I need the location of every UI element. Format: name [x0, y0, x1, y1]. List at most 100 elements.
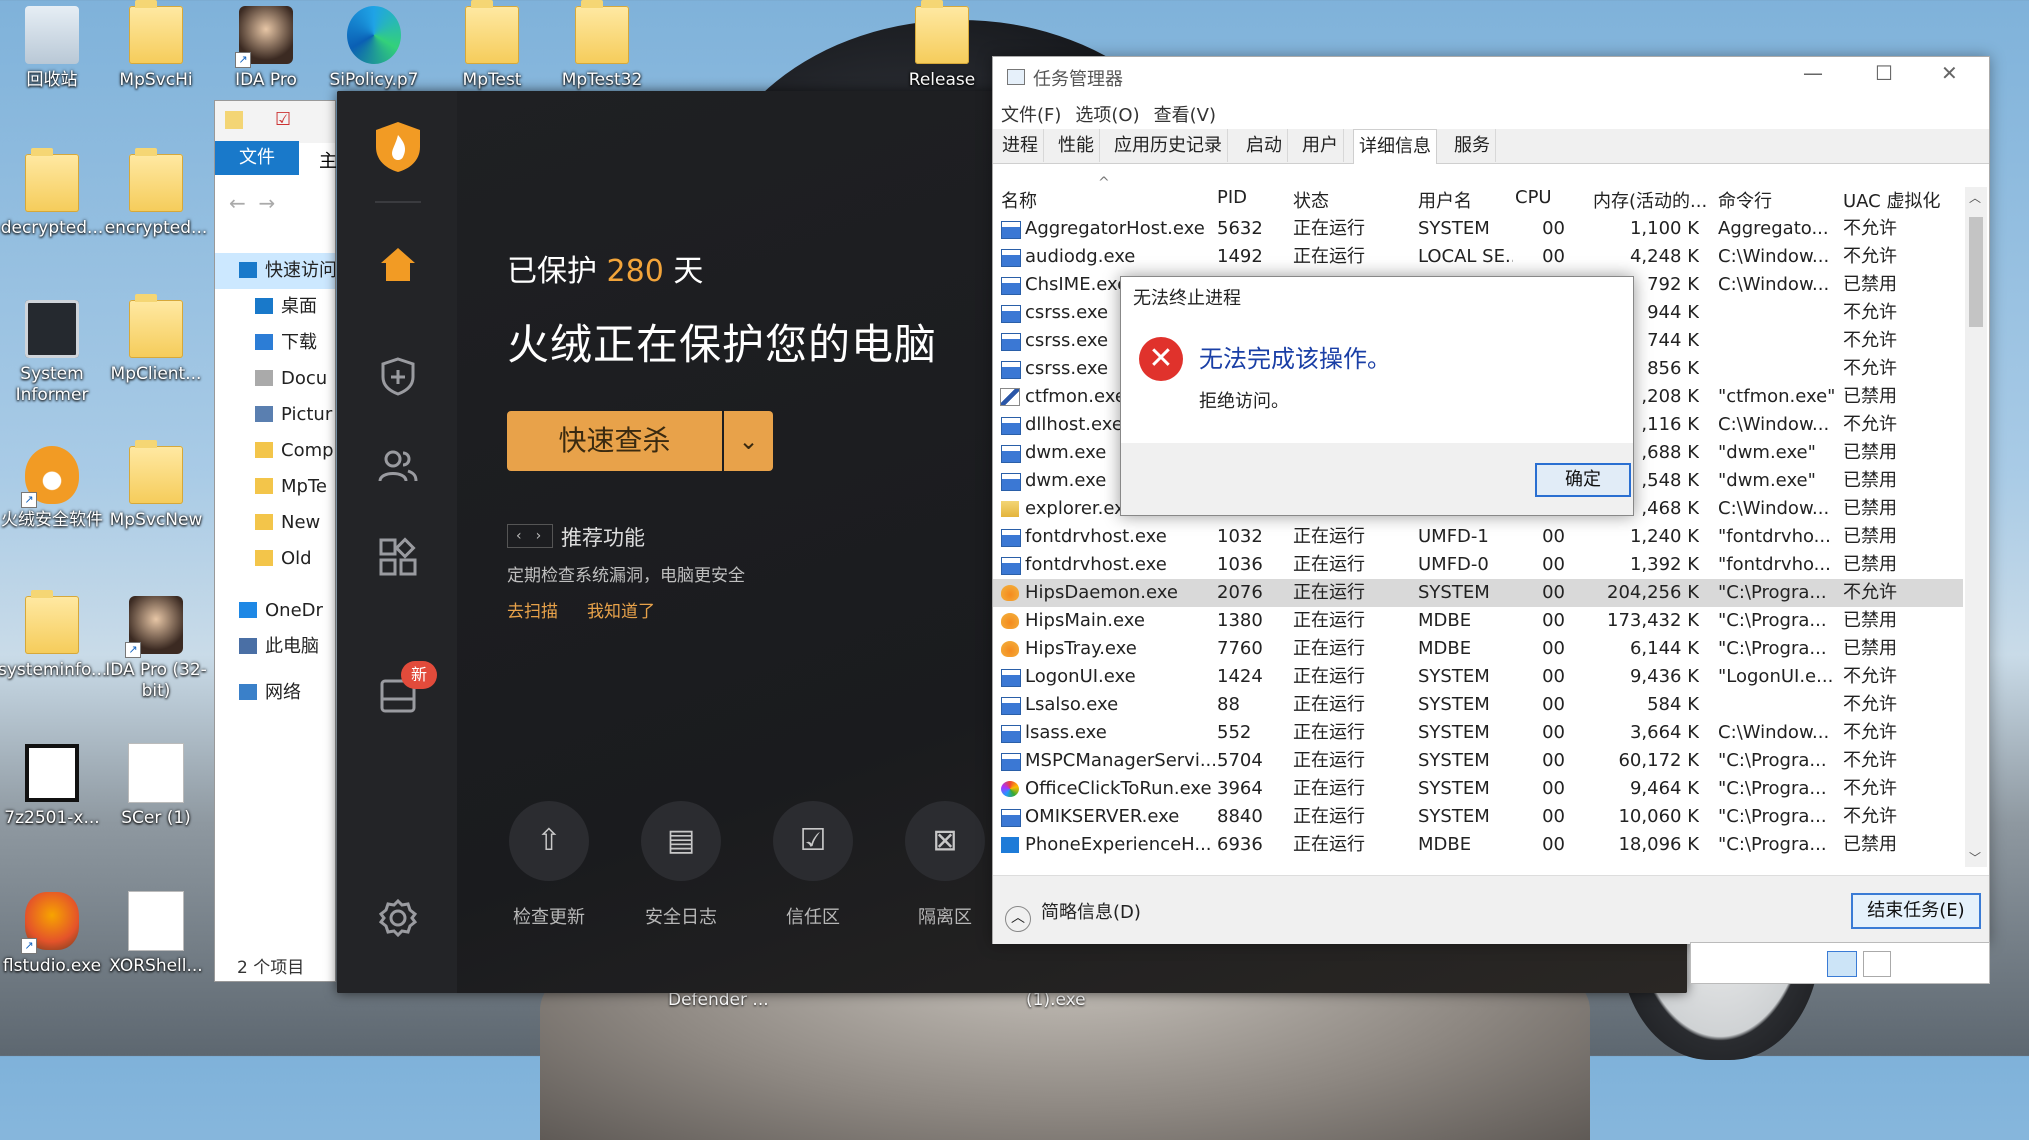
- nav-tree-item[interactable]: 此电脑: [215, 629, 335, 665]
- desktop-icon[interactable]: encrypted...: [102, 148, 210, 239]
- nav-tree-item[interactable]: Docu: [215, 361, 335, 397]
- tool-button[interactable]: ⇧ 检查更新: [489, 801, 609, 929]
- column-header[interactable]: UAC 虚拟化: [1843, 187, 1940, 213]
- forward-arrow-icon[interactable]: →: [258, 191, 275, 215]
- process-row[interactable]: OfficeClickToRun.exe 3964 正在运行 SYSTEM 00 9,46…: [993, 775, 1963, 803]
- process-row[interactable]: HipsMain.exe 1380 正在运行 MDBE 00 173,432 K "C:\P…: [993, 607, 1963, 635]
- tab[interactable]: 性能: [1053, 129, 1100, 162]
- settings-gear-icon[interactable]: [377, 897, 419, 939]
- column-header[interactable]: 命令行: [1718, 187, 1772, 213]
- tool-button[interactable]: ⊠ 隔离区: [885, 801, 1005, 929]
- maximize-button[interactable]: ☐: [1875, 61, 1893, 85]
- explorer-nav-buttons[interactable]: ← →: [229, 191, 275, 215]
- nav-tree-item[interactable]: 下载: [215, 325, 335, 361]
- menu-item[interactable]: 选项(O): [1075, 105, 1139, 126]
- desktop-icon[interactable]: Release: [888, 0, 996, 91]
- process-row[interactable]: audiodg.exe 1492 正在运行 LOCAL SE... 00 4,248 K C…: [993, 243, 1963, 271]
- home-icon[interactable]: [377, 243, 419, 285]
- column-header[interactable]: PID: [1217, 187, 1247, 208]
- process-row[interactable]: LogonUI.exe 1424 正在运行 SYSTEM 00 9,436 K "Logon…: [993, 663, 1963, 691]
- ribbon-tab-home[interactable]: 主: [319, 147, 337, 173]
- process-row[interactable]: PhoneExperienceH... 6936 正在运行 MDBE 00 18,096 …: [993, 831, 1963, 859]
- menu-item[interactable]: 查看(V): [1154, 105, 1216, 126]
- nav-tree-item[interactable]: 快速访问: [215, 253, 335, 289]
- desktop-icon[interactable]: ↗ IDA Pro (32-bit): [102, 596, 210, 702]
- nav-tree-item[interactable]: 桌面: [215, 289, 335, 325]
- scrollbar-thumb[interactable]: [1969, 217, 1983, 327]
- apps-grid-icon[interactable]: [377, 536, 419, 578]
- menu-item[interactable]: 文件(F): [1001, 105, 1061, 126]
- process-row[interactable]: lsass.exe 552 正在运行 SYSTEM 00 3,664 K C:\Window…: [993, 719, 1963, 747]
- process-row[interactable]: AggregatorHost.exe 5632 正在运行 SYSTEM 00 1,100 …: [993, 215, 1963, 243]
- tab[interactable]: 用户: [1297, 129, 1344, 162]
- desktop-icon[interactable]: decrypted...: [0, 148, 106, 239]
- tab[interactable]: 服务: [1449, 129, 1496, 162]
- scroll-down-icon[interactable]: ﹀: [1969, 849, 1981, 866]
- desktop-icon[interactable]: MpTest32: [548, 0, 656, 91]
- chevron-up-icon: ︿: [1005, 906, 1031, 932]
- minimize-button[interactable]: —: [1803, 61, 1823, 85]
- column-header[interactable]: 内存(活动的...: [1593, 187, 1707, 213]
- users-icon[interactable]: [377, 445, 419, 487]
- tab[interactable]: 详细信息: [1353, 129, 1437, 164]
- desktop-icon[interactable]: XORShell...: [102, 892, 210, 977]
- shield-plus-icon[interactable]: [377, 355, 419, 397]
- desktop-icon[interactable]: MpClient...: [102, 294, 210, 385]
- desktop-icon[interactable]: System Informer: [0, 300, 106, 406]
- vertical-scrollbar[interactable]: ︿ ﹀: [1965, 187, 1987, 867]
- desktop-icon[interactable]: MpSvcNew: [102, 440, 210, 531]
- details-view-icon[interactable]: [1827, 951, 1857, 977]
- nav-tree-item[interactable]: Comp: [215, 433, 335, 469]
- process-row[interactable]: OMIKSERVER.exe 8840 正在运行 SYSTEM 00 10,060 K "C…: [993, 803, 1963, 831]
- chevron-left-icon[interactable]: ‹: [516, 528, 522, 544]
- desktop-icon[interactable]: 回收站: [0, 6, 106, 91]
- nav-tree-item[interactable]: MpTe: [215, 469, 335, 505]
- desktop-icon[interactable]: ↗ IDA Pro: [212, 6, 320, 91]
- back-arrow-icon[interactable]: ←: [229, 191, 246, 215]
- desktop-icon[interactable]: MpSvcHi: [102, 0, 210, 91]
- nav-tree-item[interactable]: Old: [215, 541, 335, 577]
- nav-tree-item[interactable]: OneDr: [215, 593, 335, 629]
- dismiss-link[interactable]: 我知道了: [587, 597, 655, 622]
- tool-button[interactable]: ☑ 信任区: [753, 801, 873, 929]
- column-header[interactable]: 名称: [1001, 187, 1037, 213]
- nav-tree-item[interactable]: New: [215, 505, 335, 541]
- end-task-button[interactable]: 结束任务(E): [1851, 893, 1981, 929]
- desktop-icon[interactable]: ↗ 火绒安全软件: [0, 446, 106, 531]
- nav-tree-item[interactable]: Pictur: [215, 397, 335, 433]
- tab[interactable]: 进程: [997, 129, 1044, 162]
- desktop-icon[interactable]: SCer (1): [102, 744, 210, 829]
- column-header[interactable]: 用户名: [1418, 187, 1472, 213]
- process-row[interactable]: fontdrvhost.exe 1036 正在运行 UMFD-0 00 1,392 K "f…: [993, 551, 1963, 579]
- desktop-icon[interactable]: systeminfo...: [0, 590, 107, 681]
- check-icon[interactable]: ☑: [275, 109, 291, 130]
- fewer-details-button[interactable]: ︿ 简略信息(D): [1005, 898, 1141, 932]
- desktop-icon[interactable]: ↗ flstudio.exe: [0, 892, 106, 977]
- thumbnail-view-icon[interactable]: [1863, 951, 1891, 977]
- column-header[interactable]: 状态: [1293, 187, 1329, 213]
- cell-cmd: C:\Window...: [1718, 498, 1830, 519]
- scan-dropdown-button[interactable]: ⌄: [724, 411, 773, 471]
- process-row[interactable]: MSPCManagerServi... 5704 正在运行 SYSTEM 00 60,17…: [993, 747, 1963, 775]
- nav-tree-item[interactable]: 网络: [215, 675, 335, 711]
- close-button[interactable]: ✕: [1941, 61, 1958, 85]
- ribbon-tab-file[interactable]: 文件: [215, 141, 299, 175]
- desktop-icon[interactable]: 7z2501-x...: [0, 744, 106, 829]
- desktop-icon[interactable]: MpTest: [438, 0, 546, 91]
- recommend-pager[interactable]: ‹ ›: [507, 524, 553, 548]
- scroll-up-icon[interactable]: ︿: [1969, 189, 1981, 206]
- tab[interactable]: 启动: [1241, 129, 1288, 162]
- folder-icon[interactable]: [225, 111, 243, 129]
- tool-button[interactable]: ▤ 安全日志: [621, 801, 741, 929]
- chevron-right-icon[interactable]: ›: [536, 528, 542, 544]
- process-row[interactable]: HipsDaemon.exe 2076 正在运行 SYSTEM 00 204,256 K "…: [993, 579, 1963, 607]
- go-scan-link[interactable]: 去扫描: [507, 597, 558, 622]
- quick-scan-button[interactable]: 快速查杀: [507, 411, 722, 471]
- ok-button[interactable]: 确定: [1535, 463, 1631, 497]
- tab[interactable]: 应用历史记录: [1109, 129, 1228, 162]
- process-row[interactable]: Lsalso.exe 88 正在运行 SYSTEM 00 584 K 不允许: [993, 691, 1963, 719]
- process-row[interactable]: HipsTray.exe 7760 正在运行 MDBE 00 6,144 K "C:\Pro…: [993, 635, 1963, 663]
- column-header[interactable]: CPU: [1515, 187, 1552, 208]
- desktop-icon[interactable]: SiPolicy.p7: [320, 6, 428, 91]
- process-row[interactable]: fontdrvhost.exe 1032 正在运行 UMFD-1 00 1,240 K "f…: [993, 523, 1963, 551]
